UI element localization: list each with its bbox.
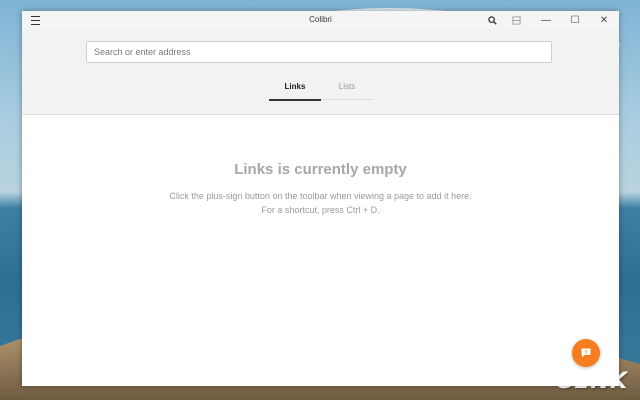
maximize-button[interactable]: ☐ [560,11,590,29]
feedback-button[interactable] [572,339,600,367]
empty-state-title: Links is currently empty [234,161,407,178]
close-button[interactable]: ✕ [589,11,619,29]
feedback-icon [581,348,591,358]
header-area: Links Lists [22,29,619,115]
tabs-button[interactable] [508,11,524,29]
app-window: Colibri — ☐ ✕ Links Lists Links is curre… [22,11,619,386]
search-icon [487,15,497,25]
tabs-icon [511,15,521,25]
empty-state-message: Click the plus-sign button on the toolba… [169,191,472,201]
window-title: Colibri [309,15,332,24]
minimize-button[interactable]: — [531,11,561,29]
empty-state-shortcut: For a shortcut, press Ctrl + D. [261,205,380,215]
tab-lists[interactable]: Lists [321,81,373,100]
address-bar-input[interactable] [86,41,552,63]
tab-links[interactable]: Links [269,81,321,101]
search-button[interactable] [484,11,500,29]
title-bar: Colibri — ☐ ✕ [22,11,619,29]
